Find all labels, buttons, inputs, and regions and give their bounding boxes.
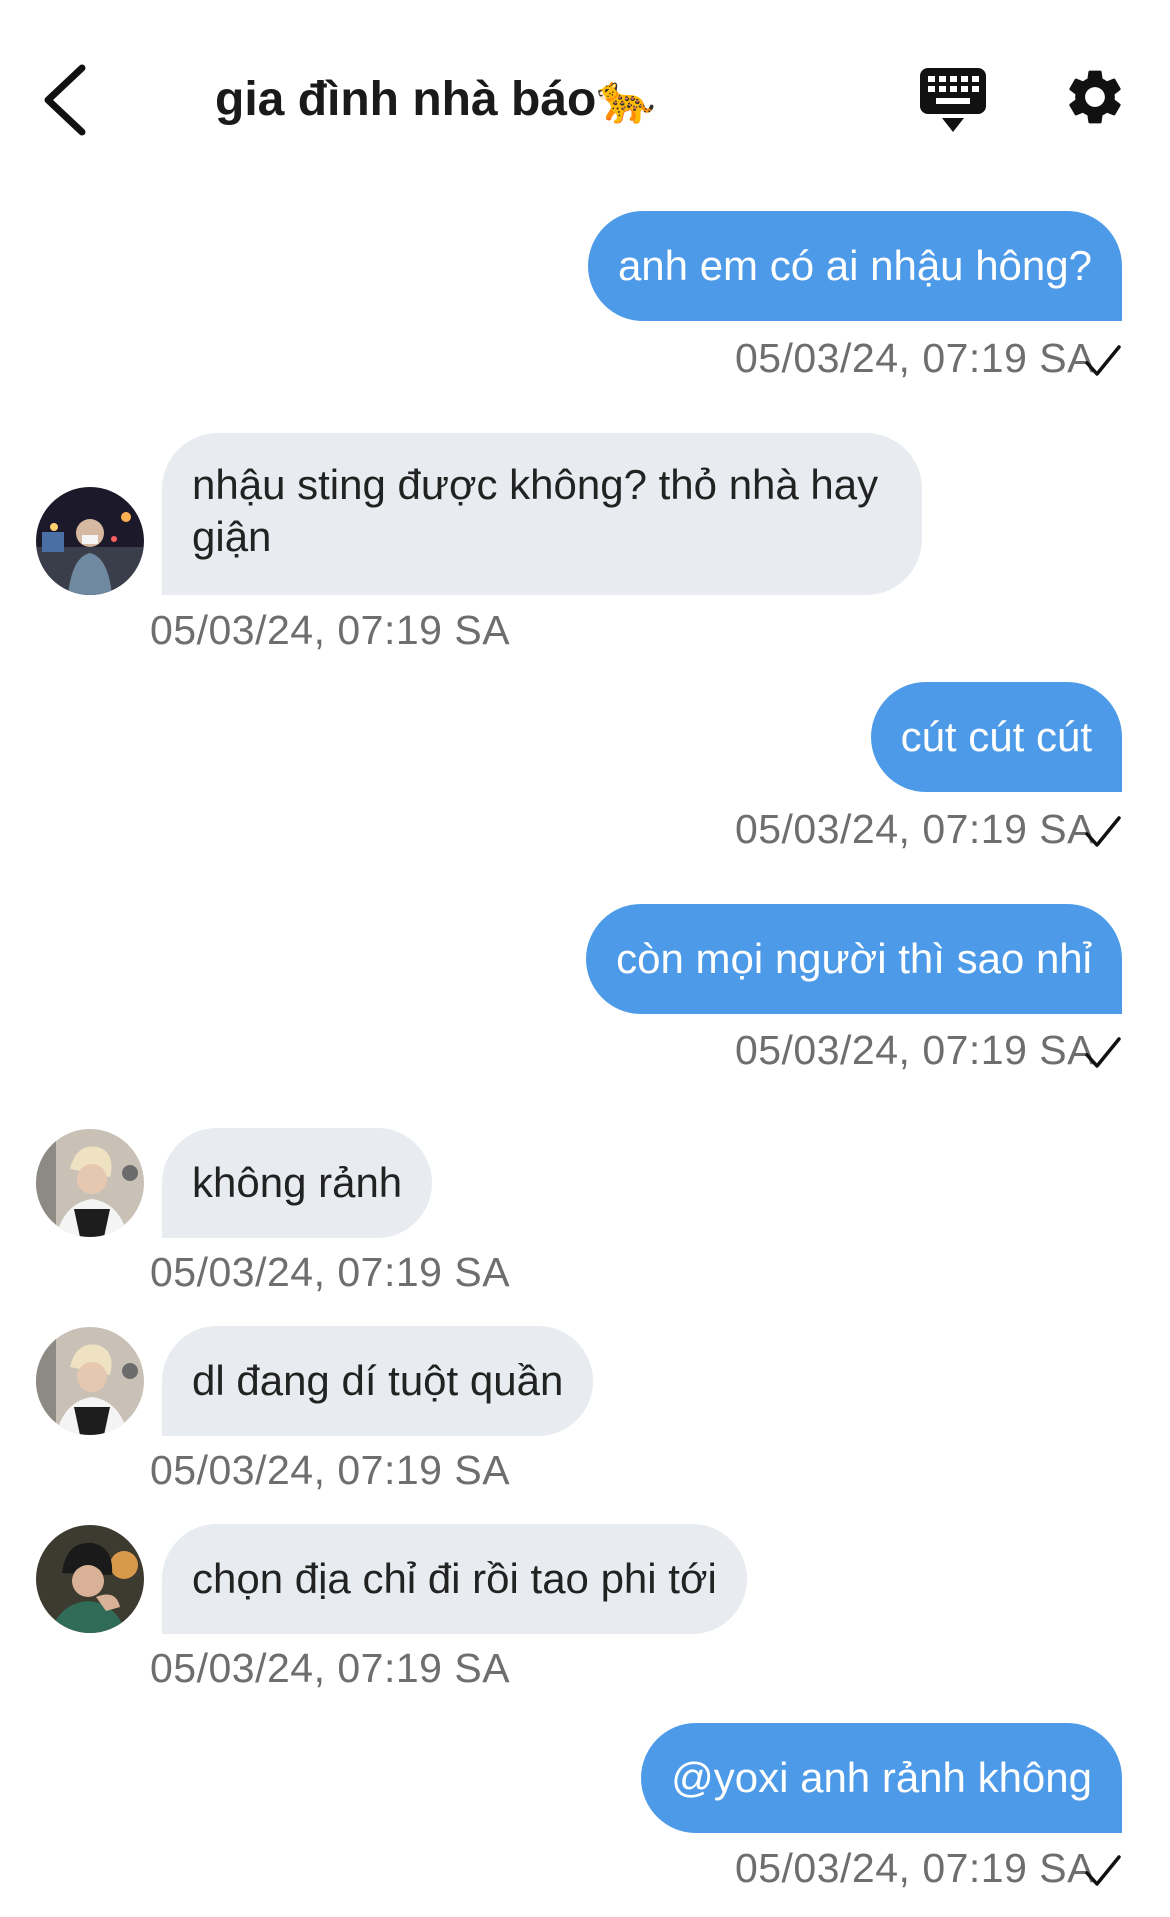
avatar[interactable] [36, 1129, 144, 1237]
incoming-message-bubble[interactable]: dl đang dí tuột quần [162, 1326, 594, 1436]
chat-title: gia đình nhà báo🐆 [215, 73, 657, 126]
settings-button[interactable] [1062, 64, 1128, 130]
avatar-photo-icon [36, 487, 144, 595]
message-text: cút cút cút [900, 713, 1092, 760]
avatar[interactable] [36, 1327, 144, 1435]
avatar-photo-icon [36, 1525, 144, 1633]
message-text: còn mọi người thì sao nhỉ [616, 935, 1092, 982]
avatar[interactable] [36, 487, 144, 595]
chevron-left-icon [44, 64, 86, 136]
avatar[interactable] [36, 1525, 144, 1633]
incoming-message-bubble[interactable]: chọn địa chỉ đi rồi tao phi tới [162, 1524, 747, 1634]
message-timestamp: 05/03/24, 07:19 SA [150, 1249, 511, 1295]
checkmark-icon [1085, 816, 1121, 847]
message-timestamp: 05/03/24, 07:19 SA [734, 806, 1095, 852]
gear-icon [1069, 70, 1121, 124]
message-text: không rảnh [192, 1159, 403, 1206]
chat-screen: gia đình nhà báo🐆 anh em có ai nhậu hông… [0, 0, 1170, 1917]
message-text: dl đang dí tuột quần [192, 1357, 564, 1404]
message-text: nhậu sting được không? thỏ nhà hay giận [192, 461, 879, 560]
incoming-message-bubble[interactable]: không rảnh [162, 1128, 433, 1238]
keyboard-button[interactable] [918, 66, 988, 134]
message-text: chọn địa chỉ đi rồi tao phi tới [192, 1555, 717, 1602]
checkmark-icon [1085, 1037, 1121, 1068]
outgoing-message-bubble[interactable]: cút cút cút [870, 682, 1122, 792]
checkmark-icon [1085, 1855, 1121, 1886]
checkmark-icon [1085, 345, 1121, 376]
chat-header: gia đình nhà báo🐆 [0, 0, 1170, 180]
message-text: @yoxi anh rảnh không [671, 1754, 1092, 1801]
message-timestamp: 05/03/24, 07:19 SA [150, 607, 511, 653]
outgoing-message-bubble[interactable]: còn mọi người thì sao nhỉ [586, 904, 1122, 1014]
avatar-photo-icon [36, 1327, 144, 1435]
outgoing-message-bubble[interactable]: anh em có ai nhậu hông? [587, 211, 1122, 321]
message-timestamp: 05/03/24, 07:19 SA [734, 335, 1095, 381]
back-button[interactable] [36, 60, 96, 140]
incoming-message-bubble[interactable]: nhậu sting được không? thỏ nhà hay giận [162, 433, 922, 595]
outgoing-message-bubble[interactable]: @yoxi anh rảnh không [641, 1723, 1122, 1833]
message-timestamp: 05/03/24, 07:19 SA [734, 1027, 1095, 1073]
message-text: anh em có ai nhậu hông? [617, 242, 1092, 289]
avatar-photo-icon [36, 1129, 144, 1237]
message-timestamp: 05/03/24, 07:19 SA [150, 1645, 511, 1691]
message-timestamp: 05/03/24, 07:19 SA [150, 1447, 511, 1493]
keyboard-icon [920, 68, 986, 132]
message-timestamp: 05/03/24, 07:19 SA [734, 1845, 1095, 1891]
